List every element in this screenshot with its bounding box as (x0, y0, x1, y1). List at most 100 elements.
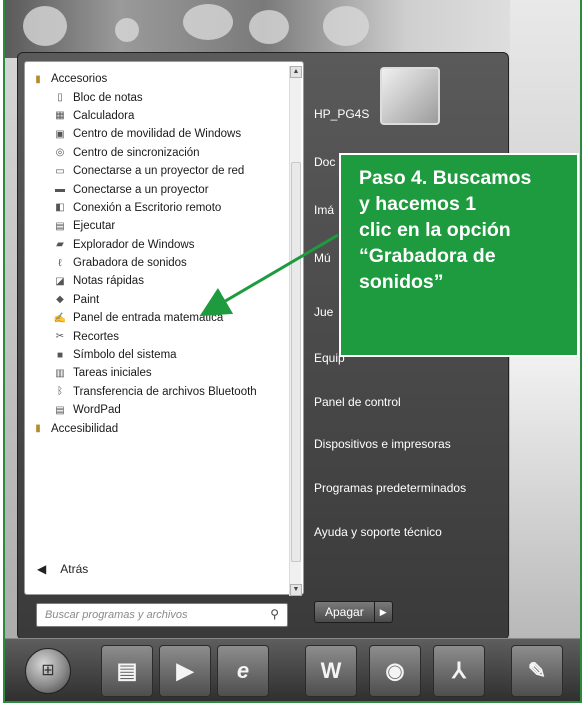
program-label: Panel de entrada matemática (73, 312, 224, 325)
right-link-help-support[interactable]: Ayuda y soporte técnico (314, 525, 442, 539)
command-prompt-icon: ■ (56, 349, 64, 361)
wordpad-icon: ▤ (55, 404, 65, 416)
folder-icon: ▮ (35, 73, 41, 85)
back-button[interactable]: ◀ Atrás (37, 562, 88, 576)
sync-center-icon: ◎ (55, 147, 65, 159)
program-label: Conexión a Escritorio remoto (73, 201, 222, 214)
program-item[interactable]: ▭ Conectarse a un proyector de red (31, 162, 283, 180)
program-label: WordPad (73, 404, 121, 417)
screenshot-frame: ▮ Accesorios ▯ Bloc de notas ▦ Calculadora ▣ Ce… (3, 0, 582, 703)
right-link-games[interactable]: Jue (314, 305, 333, 319)
word-icon[interactable]: W (305, 645, 357, 697)
right-link-user[interactable]: HP_PG4S (314, 107, 369, 121)
paint-icon: ◆ (56, 294, 64, 306)
getting-started-icon: ▥ (55, 367, 65, 379)
desktop-icon-blob (23, 6, 67, 46)
program-item[interactable]: ■ Símbolo del sistema (31, 346, 283, 364)
callout-text: Paso 4. Buscamos y hacemos 1 clic en la … (359, 167, 532, 293)
right-link-control-panel[interactable]: Panel de control (314, 395, 401, 409)
notepad-icon: ▯ (57, 92, 63, 104)
program-item[interactable]: ◪ Notas rápidas (31, 272, 283, 290)
program-item[interactable]: ◆ Paint (31, 291, 283, 309)
network-projector-icon: ▭ (55, 165, 65, 177)
back-label: Atrás (60, 562, 89, 576)
calculator-icon: ▦ (55, 110, 65, 122)
program-label: Paint (73, 293, 100, 306)
program-label: Notas rápidas (73, 275, 144, 288)
user-picture[interactable] (380, 67, 440, 125)
program-item[interactable]: ▦ Calculadora (31, 107, 283, 125)
sticky-notes-icon: ◪ (55, 275, 65, 287)
programs-pane: ▮ Accesorios ▯ Bloc de notas ▦ Calculadora ▣ Ce… (24, 61, 304, 596)
program-label: Grabadora de sonidos (73, 257, 187, 270)
desktop-icon-blob (249, 10, 289, 44)
program-label: Accesibilidad (51, 422, 119, 435)
desktop-icon-blob (115, 18, 139, 42)
shutdown-button[interactable]: Apagar (314, 601, 375, 623)
mobility-center-icon: ▣ (55, 128, 65, 140)
remote-desktop-icon: ◧ (55, 202, 65, 214)
right-link-devices-printers[interactable]: Dispositivos e impresoras (314, 437, 451, 451)
search-input[interactable]: Buscar programas y archivos ⚲ (36, 603, 288, 627)
projector-icon: ▬ (55, 184, 65, 196)
program-item[interactable]: ▥ Tareas iniciales (31, 364, 283, 382)
right-link-default-programs[interactable]: Programas predeterminados (314, 481, 466, 495)
program-item[interactable]: ◎ Centro de sincronización (31, 144, 283, 162)
program-label: Centro de sincronización (73, 146, 200, 159)
program-item[interactable]: ▤ Ejecutar (31, 217, 283, 235)
program-item[interactable]: ▮ Accesibilidad (31, 419, 283, 437)
program-label: Transferencia de archivos Bluetooth (73, 385, 257, 398)
desktop-icon-blob (183, 4, 233, 40)
program-item[interactable]: ▰ Explorador de Windows (31, 236, 283, 254)
programs-list: ▮ Accesorios ▯ Bloc de notas ▦ Calculadora ▣ Ce… (31, 70, 283, 438)
programs-scrollbar[interactable]: ▲ ▼ (289, 66, 302, 596)
media-player-icon[interactable]: ▶ (159, 645, 211, 697)
program-item[interactable]: ▣ Centro de movilidad de Windows (31, 125, 283, 143)
shutdown-control: Apagar ▶ (314, 601, 393, 623)
program-label: Explorador de Windows (73, 238, 195, 251)
back-arrow-icon: ◀ (37, 562, 47, 576)
start-button[interactable]: ⊞ (25, 648, 71, 694)
search-placeholder: Buscar programas y archivos (45, 609, 188, 621)
paint-brush-icon[interactable]: ✎ (511, 645, 563, 697)
program-label: Calculadora (73, 109, 135, 122)
right-link-music[interactable]: Mú (314, 251, 331, 265)
right-link-pictures[interactable]: Imá (314, 203, 334, 217)
program-label: Recortes (73, 330, 120, 343)
program-label: Bloc de notas (73, 91, 143, 104)
scroll-thumb[interactable] (291, 162, 301, 562)
program-item[interactable]: ᛒ Transferencia de archivos Bluetooth (31, 383, 283, 401)
pdf-reader-icon[interactable]: ⅄ (433, 645, 485, 697)
run-icon: ▤ (55, 220, 65, 232)
program-label: Conectarse a un proyector (73, 183, 209, 196)
program-item[interactable]: ▮ Accesorios (31, 70, 283, 88)
program-item[interactable]: ✂ Recortes (31, 327, 283, 345)
snipping-tool-icon: ✂ (55, 331, 65, 343)
search-icon: ⚲ (270, 607, 279, 621)
math-input-icon: ✍ (53, 312, 67, 324)
scroll-up-button[interactable]: ▲ (290, 66, 302, 78)
taskbar: ⊞ ▤ ▶ e W ◉ ⅄ ✎ (5, 638, 580, 701)
program-label: Centro de movilidad de Windows (73, 128, 242, 141)
scroll-down-button[interactable]: ▼ (290, 584, 302, 596)
program-item[interactable]: ◧ Conexión a Escritorio remoto (31, 199, 283, 217)
desktop-icon-blob (323, 6, 369, 46)
explorer-folder-icon: ▰ (56, 239, 64, 251)
folder-icon: ▮ (35, 423, 41, 435)
program-item[interactable]: ✍ Panel de entrada matemática (31, 309, 283, 327)
program-item[interactable]: ▯ Bloc de notas (31, 88, 283, 106)
firefox-icon[interactable]: ◉ (369, 645, 421, 697)
program-label: Conectarse a un proyector de red (73, 165, 245, 178)
program-item[interactable]: ▤ WordPad (31, 401, 283, 419)
program-item[interactable]: ℓ Grabadora de sonidos (31, 254, 283, 272)
program-label: Tareas iniciales (73, 367, 152, 380)
file-manager-icon[interactable]: ▤ (101, 645, 153, 697)
internet-explorer-icon[interactable]: e (217, 645, 269, 697)
instruction-callout: Paso 4. Buscamos y hacemos 1 clic en la … (339, 153, 579, 357)
program-item[interactable]: ▬ Conectarse a un proyector (31, 180, 283, 198)
bluetooth-icon: ᛒ (57, 386, 63, 398)
program-label: Ejecutar (73, 220, 116, 233)
right-link-documents[interactable]: Doc (314, 155, 335, 169)
program-label: Accesorios (51, 73, 108, 86)
shutdown-options-button[interactable]: ▶ (374, 601, 393, 623)
